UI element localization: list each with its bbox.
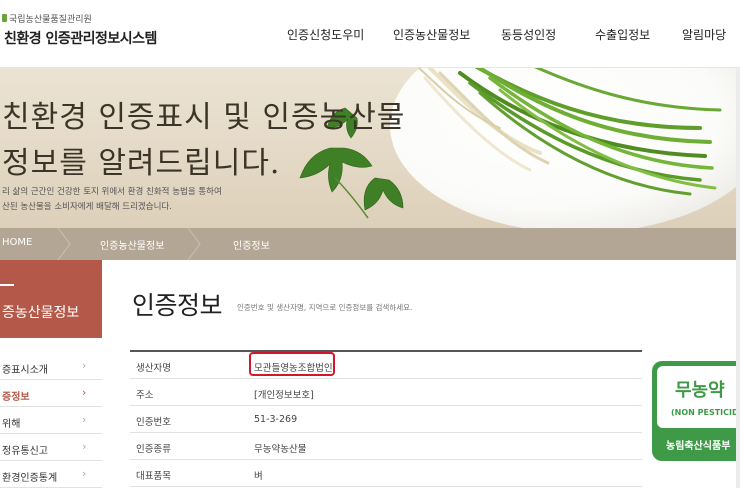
breadcrumb-cert-info[interactable]: 인증정보: [233, 237, 270, 252]
row-label: 인증종류: [136, 444, 171, 455]
chevron-right-icon: [187, 228, 201, 260]
nav-item-certified-products[interactable]: 인증농산물정보: [393, 26, 470, 43]
row-label: 인증번호: [136, 417, 171, 428]
sidebar-item-hazard[interactable]: 위해 ›: [0, 407, 102, 434]
hero-banner: 친환경 인증표시 및 인증농산물 정보를 알려드립니다. 리 삶의 근간인 건강…: [0, 68, 740, 228]
hero-title-line2: 정보를 알려드립니다.: [2, 146, 281, 181]
sidebar-item-cert-info[interactable]: 증정보 ›: [0, 380, 102, 407]
table-row: 생산자명 모관들영농조합법인: [130, 352, 642, 379]
chevron-right-icon: ›: [82, 440, 87, 453]
sidebar-header-accent: [0, 284, 14, 286]
site-header: 국립농산물품질관리원 친환경 인증관리정보시스템 인증신청도우미 인증농산물정보…: [0, 0, 740, 68]
breadcrumb-certified-products[interactable]: 인증농산물정보: [100, 237, 164, 252]
sidebar-item-label: 위해: [2, 419, 21, 430]
cert-number-value: 51-3-269: [254, 414, 298, 425]
table-row: 대표품목 벼: [130, 460, 642, 487]
row-label: 대표품목: [136, 471, 171, 482]
sidebar-item-label: 증정보: [2, 392, 30, 403]
chevron-right-icon: ›: [82, 359, 87, 372]
org-name: 국립농산물품질관리원: [9, 15, 92, 25]
sidebar-item-label-intro[interactable]: 증표시소개 ›: [0, 353, 102, 380]
sidebar-title: 증농산물정보: [2, 305, 80, 321]
cert-mark-subtitle: (NON PESTICIDE): [671, 408, 740, 417]
sidebar-header: 증농산물정보: [0, 260, 102, 338]
row-label: 주소: [136, 390, 154, 401]
page-description: 인증번호 및 생산자명, 지역으로 인증정보를 검색하세요.: [237, 303, 413, 312]
hero-description-line1: 리 삶의 근간인 건강한 토지 위에서 환경 친화적 농법을 통하여: [2, 187, 222, 197]
sidebar-item-label: 정유통신고: [2, 446, 48, 457]
chevron-right-icon: ›: [82, 467, 87, 480]
logo-icon: [2, 14, 7, 22]
cert-mark-title: 무농약: [675, 380, 725, 401]
cert-type-value: 무농약농산물: [254, 444, 307, 455]
breadcrumb-home[interactable]: HOME: [2, 237, 32, 248]
address-value: [개인정보보호]: [254, 390, 314, 401]
system-title: 친환경 인증관리정보시스템: [4, 31, 157, 47]
page-title: 인증정보: [132, 291, 223, 320]
sidebar-item-label: 증표시소개: [2, 365, 48, 376]
pesticide-free-cert-mark: 무농약 (NON PESTICIDE) 농림축산식품부: [652, 361, 740, 461]
sidebar-item-statistics[interactable]: 환경인증통계 ›: [0, 461, 102, 488]
cert-info-table: 생산자명 모관들영농조합법인 주소 [개인정보보호] 인증번호 51-3-269…: [130, 350, 642, 487]
breadcrumb: HOME 인증농산물정보 인증정보: [0, 228, 740, 260]
chevron-right-icon: ›: [82, 413, 87, 426]
sidebar-item-distribution-report[interactable]: 정유통신고 ›: [0, 434, 102, 461]
hero-description-line2: 산된 농산물을 소비자에게 배달해 드리겠습니다.: [2, 202, 172, 212]
table-row: 인증번호 51-3-269: [130, 406, 642, 433]
cert-mark-ministry: 농림축산식품부: [666, 441, 731, 452]
nav-item-application-guide[interactable]: 인증신청도우미: [287, 26, 364, 43]
scroll-edge: [736, 68, 740, 488]
sidebar-item-label: 환경인증통계: [2, 473, 58, 484]
main-product-value: 벼: [254, 471, 263, 482]
hero-title-line1: 친환경 인증표시 및 인증농산물: [2, 100, 406, 135]
nav-item-notices[interactable]: 알림마당: [682, 26, 726, 43]
table-row: 인증종류 무농약농산물: [130, 433, 642, 460]
nav-item-equivalence[interactable]: 동등성인정: [501, 26, 556, 43]
nav-item-import-export[interactable]: 수출입정보: [595, 26, 650, 43]
chevron-right-icon: ›: [82, 386, 87, 399]
chevron-right-icon: [57, 228, 71, 260]
cert-mark-inner: 무농약 (NON PESTICIDE): [657, 366, 740, 428]
highlight-annotation: [249, 352, 335, 376]
table-row: 주소 [개인정보보호]: [130, 379, 642, 406]
row-label: 생산자명: [136, 363, 171, 374]
